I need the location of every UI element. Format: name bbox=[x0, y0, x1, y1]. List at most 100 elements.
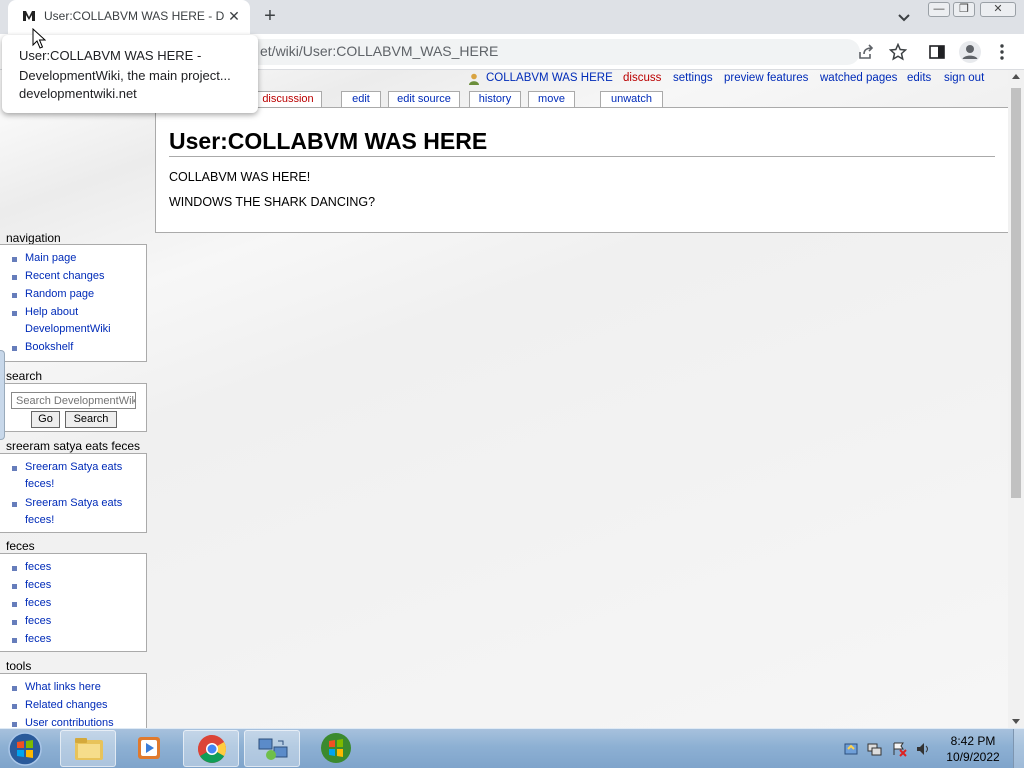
settings-link[interactable]: settings bbox=[673, 72, 713, 84]
side-panel-handle[interactable] bbox=[0, 350, 5, 440]
chrome-menu-icon[interactable] bbox=[993, 43, 1011, 61]
custom2-link[interactable]: feces bbox=[25, 577, 51, 594]
bullet-icon bbox=[12, 275, 17, 280]
portlet-navigation-heading: navigation bbox=[6, 231, 61, 245]
edits-link[interactable]: edits bbox=[907, 72, 931, 84]
tray-action-center-icon[interactable] bbox=[891, 741, 907, 757]
close-window-icon[interactable]: ✕ bbox=[980, 2, 1016, 17]
taskbar-media-button[interactable] bbox=[121, 730, 177, 767]
portlet-custom1: Sreeram Satya eats feces! Sreeram Satya … bbox=[0, 453, 147, 533]
portlet-custom2-heading: feces bbox=[6, 539, 35, 553]
user-page-link[interactable]: COLLABVM WAS HERE bbox=[486, 72, 613, 84]
tray-volume-icon[interactable] bbox=[915, 741, 931, 757]
bullet-icon bbox=[12, 584, 17, 589]
custom1-link[interactable]: feces! bbox=[25, 512, 54, 529]
custom2-link[interactable]: feces bbox=[25, 595, 51, 612]
share-icon[interactable] bbox=[857, 43, 875, 61]
taskbar-chrome-button[interactable] bbox=[183, 730, 239, 767]
bullet-icon bbox=[12, 293, 17, 298]
page-scrollbar[interactable] bbox=[1008, 70, 1024, 728]
tab-edit[interactable]: edit bbox=[341, 91, 381, 107]
taskbar-windows-button[interactable] bbox=[306, 730, 362, 767]
nav-random-page[interactable]: Random page bbox=[25, 286, 94, 303]
scrollbar-thumb[interactable] bbox=[1011, 88, 1021, 498]
custom2-link[interactable]: feces bbox=[25, 631, 51, 648]
sign-out-link[interactable]: sign out bbox=[944, 72, 984, 84]
browser-titlebar: User:COLLABVM WAS HERE - DevelopmentWiki… bbox=[0, 0, 1024, 34]
nav-bookshelf[interactable]: Bookshelf bbox=[25, 339, 73, 356]
watched-pages-link[interactable]: watched pages bbox=[820, 72, 897, 84]
bullet-icon bbox=[12, 620, 17, 625]
go-button[interactable]: Go bbox=[31, 411, 60, 428]
user-icon bbox=[469, 73, 479, 85]
bullet-icon bbox=[12, 346, 17, 351]
tab-edit-source[interactable]: edit source bbox=[388, 91, 460, 107]
tools-what-links-here[interactable]: What links here bbox=[25, 679, 101, 696]
user-talk-link[interactable]: discuss bbox=[623, 72, 661, 84]
preview-features-link[interactable]: preview features bbox=[724, 72, 808, 84]
tooltip-url: developmentwiki.net bbox=[19, 86, 137, 101]
mouse-cursor-icon bbox=[32, 28, 46, 49]
bullet-icon bbox=[12, 502, 17, 507]
bullet-icon bbox=[12, 466, 17, 471]
nav-help-about-wiki[interactable]: DevelopmentWiki bbox=[25, 321, 111, 338]
custom1-link[interactable]: feces! bbox=[25, 476, 54, 493]
start-orb-icon[interactable] bbox=[5, 730, 45, 768]
search-button[interactable]: Search bbox=[65, 411, 117, 428]
show-desktop-button[interactable] bbox=[1013, 729, 1024, 768]
portlet-search-heading: search bbox=[6, 369, 43, 383]
custom2-link[interactable]: feces bbox=[25, 613, 51, 630]
wiki-favicon-icon bbox=[23, 11, 35, 21]
tray-network-icon[interactable] bbox=[866, 741, 882, 757]
content-paragraph: COLLABVM WAS HERE! bbox=[169, 170, 311, 184]
clock-date: 10/9/2022 bbox=[946, 750, 1000, 764]
search-input[interactable] bbox=[11, 392, 136, 409]
restore-icon[interactable]: ❐ bbox=[953, 2, 975, 17]
bullet-icon bbox=[12, 311, 17, 316]
custom1-link[interactable]: Sreeram Satya eats bbox=[25, 459, 122, 476]
portlet-tools-heading: tools bbox=[6, 659, 32, 673]
scroll-up-icon[interactable] bbox=[1012, 74, 1020, 79]
custom1-link[interactable]: Sreeram Satya eats bbox=[25, 495, 122, 512]
bullet-icon bbox=[12, 638, 17, 643]
tab-discussion[interactable]: discussion bbox=[254, 91, 322, 107]
tools-user-contributions[interactable]: User contributions bbox=[25, 715, 114, 728]
page-title: User:COLLABVM WAS HERE bbox=[169, 128, 995, 157]
tab-unwatch[interactable]: unwatch bbox=[600, 91, 663, 107]
content-paragraph: WINDOWS THE SHARK DANCING? bbox=[169, 195, 376, 209]
new-tab-icon[interactable]: + bbox=[259, 5, 281, 27]
portlet-search: Go Search bbox=[0, 383, 147, 432]
taskbar-network-button[interactable] bbox=[244, 730, 300, 767]
custom2-link[interactable]: feces bbox=[25, 559, 51, 576]
taskbar-explorer-button[interactable] bbox=[60, 730, 116, 767]
profile-avatar-icon[interactable] bbox=[958, 40, 982, 64]
tooltip-title: User:COLLABVM WAS HERE - DevelopmentWiki… bbox=[19, 48, 231, 83]
folder-icon bbox=[75, 738, 103, 760]
tab-move[interactable]: move bbox=[528, 91, 575, 107]
taskbar: 8:42 PM 10/9/2022 bbox=[0, 728, 1024, 768]
chrome-icon bbox=[198, 735, 226, 763]
windows-logo-icon bbox=[321, 733, 351, 763]
portlet-tools: What links here Related changes User con… bbox=[0, 673, 147, 728]
clock-time: 8:42 PM bbox=[950, 734, 996, 748]
side-panel-icon[interactable] bbox=[928, 43, 946, 61]
wiki-page: COLLABVM WAS HERE discuss settings previ… bbox=[0, 70, 1008, 728]
bullet-icon bbox=[12, 566, 17, 571]
bookmark-star-icon[interactable] bbox=[889, 43, 907, 61]
media-player-icon bbox=[138, 737, 160, 759]
portlet-custom1-heading: sreeram satya eats feces bbox=[6, 439, 141, 453]
tab-close-icon[interactable]: ✕ bbox=[226, 8, 242, 24]
tab-search-icon[interactable] bbox=[896, 9, 912, 25]
tab-history[interactable]: history bbox=[469, 91, 521, 107]
nav-help-about[interactable]: Help about bbox=[25, 304, 78, 321]
network-computers-icon bbox=[258, 738, 288, 760]
tools-related-changes[interactable]: Related changes bbox=[25, 697, 108, 714]
scroll-down-icon[interactable] bbox=[1012, 719, 1020, 724]
portlet-navigation: Main page Recent changes Random page Hel… bbox=[0, 244, 147, 362]
minimize-icon[interactable]: — bbox=[928, 2, 950, 17]
tray-update-icon[interactable] bbox=[843, 741, 859, 757]
nav-main-page[interactable]: Main page bbox=[25, 250, 76, 267]
nav-recent-changes[interactable]: Recent changes bbox=[25, 268, 105, 285]
taskbar-clock[interactable]: 8:42 PM 10/9/2022 bbox=[938, 733, 1008, 765]
content-area: User:COLLABVM WAS HERE COLLABVM WAS HERE… bbox=[155, 107, 1008, 233]
